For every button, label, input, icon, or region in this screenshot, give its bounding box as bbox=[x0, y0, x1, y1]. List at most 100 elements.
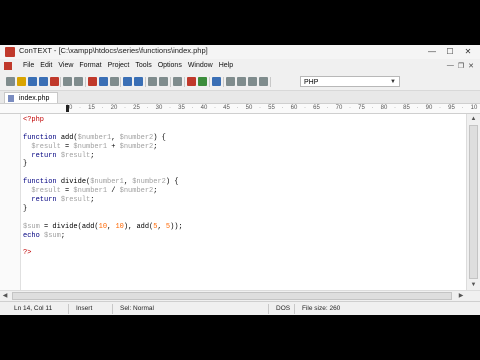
doc-close-button[interactable]: ✕ bbox=[468, 62, 474, 70]
open-icon[interactable] bbox=[17, 77, 26, 86]
editor-window: ConTEXT - [C:\xampp\htdocs\series\functi… bbox=[0, 45, 480, 315]
toolbar-separator bbox=[209, 77, 210, 87]
menu-project[interactable]: Project bbox=[108, 62, 130, 69]
close-button[interactable]: ✕ bbox=[460, 46, 476, 57]
vertical-scrollbar[interactable]: ▲ ▼ bbox=[466, 114, 480, 290]
print-icon[interactable] bbox=[63, 77, 72, 86]
user-exec-1-icon[interactable] bbox=[226, 77, 235, 86]
macro-play-icon[interactable] bbox=[198, 77, 207, 86]
code-token: ; bbox=[153, 142, 158, 151]
horizontal-scrollbar[interactable]: ◀ ▶ bbox=[0, 290, 480, 301]
code-line: return $result; bbox=[23, 152, 183, 161]
horizontal-scroll-thumb[interactable] bbox=[12, 292, 452, 300]
scroll-right-icon[interactable]: ▶ bbox=[456, 291, 466, 301]
replace-icon[interactable] bbox=[159, 77, 168, 86]
code-token: ), add( bbox=[123, 222, 154, 231]
code-token: $result bbox=[23, 187, 61, 196]
code-token: $number1 bbox=[77, 133, 112, 142]
toolbar-separator bbox=[170, 77, 171, 87]
code-token: return bbox=[23, 151, 61, 160]
copy-icon[interactable] bbox=[99, 77, 108, 86]
scroll-up-icon[interactable]: ▲ bbox=[467, 114, 480, 124]
macro-record-icon[interactable] bbox=[187, 77, 196, 86]
code-token: $number2 bbox=[119, 187, 154, 196]
code-token: function bbox=[23, 133, 61, 142]
save-icon[interactable] bbox=[28, 77, 37, 86]
ruler-label: 65 bbox=[313, 105, 320, 111]
menu-format[interactable]: Format bbox=[79, 62, 101, 69]
ruler-label: 75 bbox=[358, 105, 365, 111]
print-preview-icon[interactable] bbox=[74, 77, 83, 86]
toolbar: PHP ▼ bbox=[0, 74, 480, 91]
save-all-icon[interactable] bbox=[39, 77, 48, 86]
app-icon bbox=[5, 47, 15, 57]
status-divider bbox=[68, 304, 69, 314]
toolbar-separator bbox=[85, 77, 86, 87]
code-token: <?php bbox=[23, 116, 45, 124]
code-token: = bbox=[60, 187, 74, 196]
ruler-label: 90 bbox=[425, 105, 433, 111]
menu-window[interactable]: Window bbox=[188, 62, 213, 69]
cut-icon[interactable] bbox=[88, 77, 97, 86]
code-text[interactable]: <?php function add($number1, $number2) { … bbox=[23, 116, 183, 258]
code-token: $number2 bbox=[119, 142, 154, 151]
code-line: } bbox=[23, 160, 183, 169]
code-token: ?> bbox=[23, 249, 32, 258]
ruler-label: 40 bbox=[200, 105, 208, 111]
code-token: $number2 bbox=[119, 133, 154, 142]
code-token: ; bbox=[60, 231, 66, 240]
code-line: $result = $number1 + $number2; bbox=[23, 143, 183, 152]
menu-options[interactable]: Options bbox=[158, 62, 182, 69]
vertical-scroll-thumb[interactable] bbox=[469, 125, 478, 279]
menu-help[interactable]: Help bbox=[219, 62, 233, 69]
code-token: divide( bbox=[60, 178, 91, 187]
menu-file[interactable]: File bbox=[23, 62, 34, 69]
status-divider bbox=[112, 304, 113, 314]
scroll-left-icon[interactable]: ◀ bbox=[0, 291, 10, 301]
maximize-button[interactable]: ☐ bbox=[442, 46, 458, 57]
menu-view[interactable]: View bbox=[58, 62, 73, 69]
scroll-down-icon[interactable]: ▼ bbox=[467, 280, 480, 290]
code-line: echo $sum; bbox=[23, 232, 183, 241]
paste-icon[interactable] bbox=[110, 77, 119, 86]
user-exec-3-icon[interactable] bbox=[248, 77, 257, 86]
menu-tools[interactable]: Tools bbox=[135, 62, 151, 69]
find-icon[interactable] bbox=[148, 77, 157, 86]
word-wrap-icon[interactable] bbox=[173, 77, 182, 86]
ruler-label: 10 bbox=[470, 105, 478, 111]
ruler-tick: · bbox=[79, 105, 81, 111]
code-token: = divide(add( bbox=[39, 222, 99, 231]
code-token: add( bbox=[60, 133, 78, 142]
status-format: DOS bbox=[276, 305, 291, 312]
ruler-label: 35 bbox=[178, 105, 185, 111]
menu-edit[interactable]: Edit bbox=[40, 62, 52, 69]
ruler-label: 60 bbox=[290, 105, 298, 111]
code-line: function add($number1, $number2) { bbox=[23, 134, 183, 143]
doc-minimize-button[interactable]: — bbox=[447, 62, 454, 70]
code-token: ) { bbox=[153, 133, 166, 142]
bookmark-icon[interactable] bbox=[212, 77, 221, 86]
ruler-label: 45 bbox=[223, 105, 230, 111]
code-editor[interactable]: <?php function add($number1, $number2) { … bbox=[0, 114, 466, 290]
minimize-button[interactable]: — bbox=[424, 46, 440, 57]
code-line: function divide($number1, $number2) { bbox=[23, 178, 183, 187]
ruler-label: 30 bbox=[155, 105, 163, 111]
ruler-tick: · bbox=[439, 105, 441, 111]
user-exec-2-icon[interactable] bbox=[237, 77, 246, 86]
tab-index-php[interactable]: index.php bbox=[4, 92, 58, 103]
language-select[interactable]: PHP ▼ bbox=[300, 76, 400, 87]
new-file-icon[interactable] bbox=[6, 77, 15, 86]
code-line: ?> bbox=[23, 249, 183, 258]
user-exec-4-icon[interactable] bbox=[259, 77, 268, 86]
code-line: $result = $number1 / $number2; bbox=[23, 187, 183, 196]
ruler-tick: · bbox=[101, 105, 104, 111]
toolbar-separator bbox=[120, 77, 121, 87]
close-icon[interactable] bbox=[50, 77, 59, 86]
menu-list: File Edit View Format Project Tools Options Win… bbox=[23, 62, 233, 69]
ruler-tick: · bbox=[371, 105, 374, 111]
undo-icon[interactable] bbox=[123, 77, 132, 86]
doc-restore-button[interactable]: ❐ bbox=[458, 62, 464, 70]
redo-icon[interactable] bbox=[134, 77, 143, 86]
